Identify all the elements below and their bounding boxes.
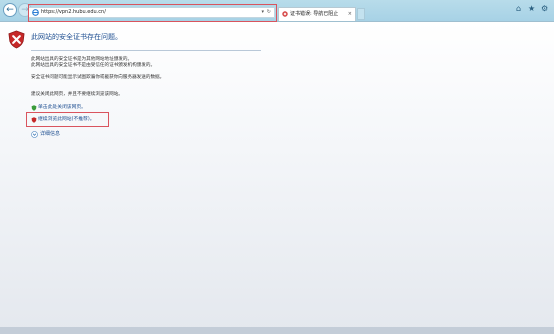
page-title: 此网站的安全证书存在问题。 — [31, 33, 122, 41]
annotation-box-continue — [26, 112, 109, 127]
warning-line-2: 此网站出具的安全证书不是由受信任的证书颁发机构颁发的。 — [31, 63, 156, 68]
back-arrow-icon: ← — [6, 4, 14, 15]
close-page-link[interactable]: 单击此处关闭该网页。 — [38, 105, 86, 111]
home-icon[interactable]: ⌂ — [516, 5, 521, 13]
new-tab-button[interactable] — [357, 8, 365, 20]
warning-line-3: 安全证书问题可能显示试图欺骗你或截获你向服务器发送的数据。 — [31, 75, 165, 80]
settings-gear-icon[interactable]: ⚙ — [541, 5, 548, 13]
favorites-star-icon[interactable]: ★ — [528, 5, 535, 13]
recommendation-text: 建议关闭此网页，并且不要继续浏览该网站。 — [31, 92, 123, 97]
more-information-link[interactable]: 详细信息 — [40, 131, 60, 138]
title-divider — [31, 50, 261, 51]
tab-title: 证书错误: 导航已阻止 — [290, 11, 339, 17]
expand-chevron-icon[interactable] — [31, 131, 38, 138]
tab-close-icon[interactable]: × — [348, 10, 352, 18]
certificate-error-page: 此网站的安全证书存在问题。 此网站出具的安全证书是为其他网站地址颁发的。 此网站… — [0, 22, 554, 334]
tab-certificate-error[interactable]: 证书错误: 导航已阻止 × — [278, 7, 356, 21]
annotation-box-address — [28, 4, 277, 22]
error-shield-tab-icon — [282, 11, 288, 17]
green-shield-icon — [31, 105, 37, 111]
back-button[interactable]: ← — [3, 3, 17, 17]
taskbar — [0, 327, 554, 334]
error-shield-icon — [8, 30, 25, 49]
